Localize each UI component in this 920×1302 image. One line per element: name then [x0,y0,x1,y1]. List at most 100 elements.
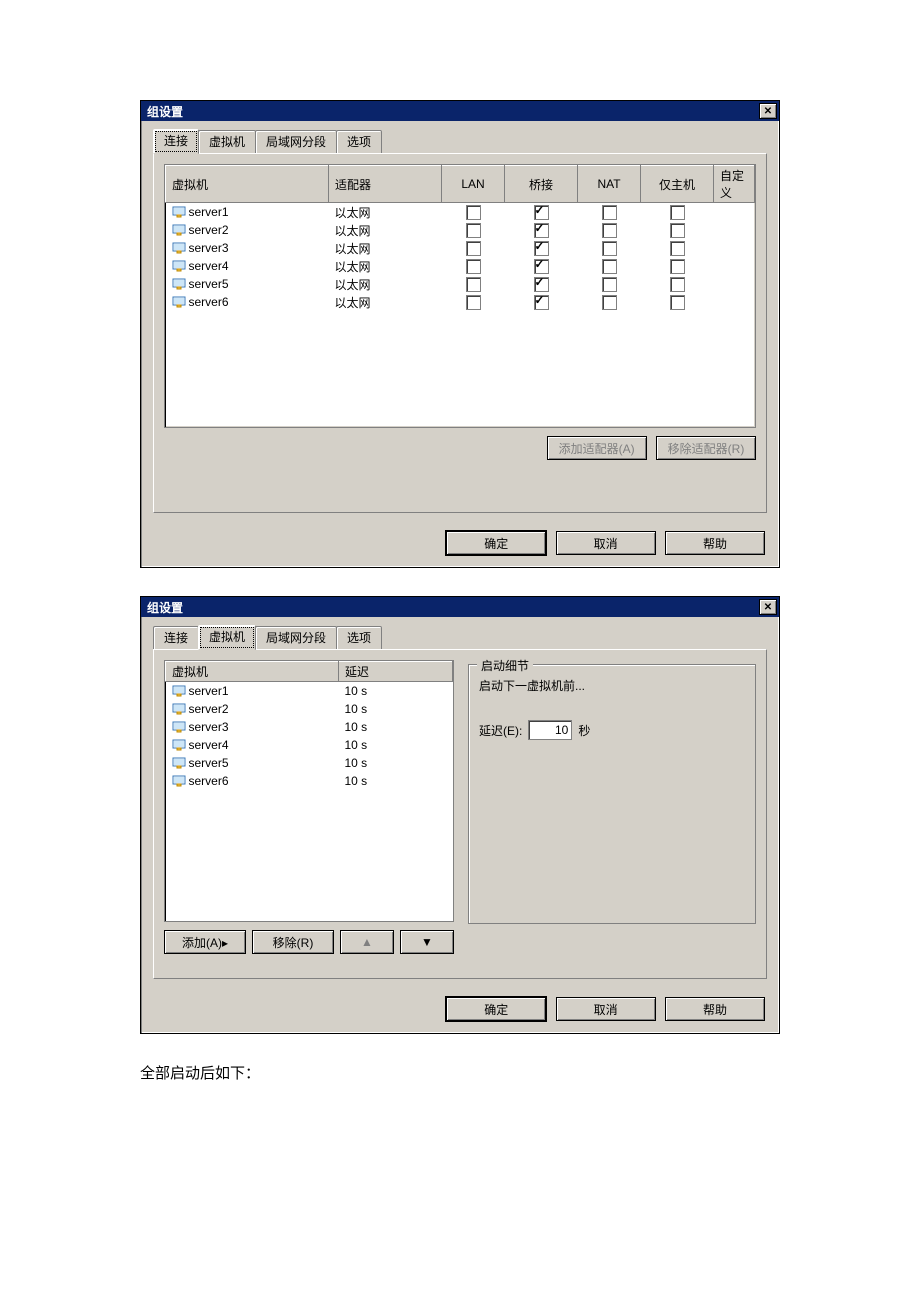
col-nat[interactable]: NAT [578,166,641,203]
table-row[interactable]: server4以太网 [166,257,755,275]
tab-options[interactable]: 选项 [336,130,382,153]
table-row[interactable]: server2以太网 [166,221,755,239]
cell-bridge [505,239,578,257]
tab-lan-segments[interactable]: 局域网分段 [255,130,337,153]
move-up-button[interactable]: ▲ [340,930,394,954]
cell-hostonly [641,239,714,257]
remove-adapter-button[interactable]: 移除适配器(R) [656,436,756,460]
cancel-button[interactable]: 取消 [556,531,656,555]
checkbox[interactable] [670,205,685,220]
page-caption: 全部启动后如下： [140,1062,780,1083]
col-hostonly[interactable]: 仅主机 [641,166,714,203]
help-button[interactable]: 帮助 [665,997,765,1021]
table-header-row: 虚拟机 延迟 [166,662,453,682]
cancel-button[interactable]: 取消 [556,997,656,1021]
table-row[interactable]: server310 s [166,718,453,736]
ok-button[interactable]: 确定 [446,531,546,555]
add-adapter-button[interactable]: 添加适配器(A) [547,436,647,460]
tab-vms[interactable]: 虚拟机 [198,625,256,650]
titlebar[interactable]: 组设置 ✕ [141,101,779,121]
vm-delay-listview[interactable]: 虚拟机 延迟 server110 sserver210 sserver310 s… [164,660,454,922]
checkbox[interactable] [602,277,617,292]
checkbox[interactable] [466,223,481,238]
checkbox[interactable] [670,277,685,292]
cell-bridge [505,221,578,239]
cell-custom [714,257,755,275]
col-custom[interactable]: 自定义 [714,166,755,203]
table-row[interactable]: server6以太网 [166,293,755,311]
dialog-footer: 确定 取消 帮助 [141,523,779,567]
tab-lan-segments[interactable]: 局域网分段 [255,626,337,649]
checkbox[interactable] [602,295,617,310]
close-icon[interactable]: ✕ [759,599,777,615]
cell-vm: server5 [166,275,329,293]
checkbox[interactable] [466,277,481,292]
checkbox[interactable] [602,223,617,238]
titlebar[interactable]: 组设置 ✕ [141,597,779,617]
cell-adapter: 以太网 [329,203,442,222]
cell-lan [442,257,505,275]
checkbox[interactable] [534,277,549,292]
delay-input[interactable] [528,720,572,740]
cell-delay: 10 s [339,736,453,754]
checkbox[interactable] [602,259,617,274]
col-adapter[interactable]: 适配器 [329,166,442,203]
col-vm[interactable]: 虚拟机 [166,662,339,682]
arrow-up-icon: ▲ [361,935,373,949]
dialog-footer: 确定 取消 帮助 [141,989,779,1033]
col-lan[interactable]: LAN [442,166,505,203]
cell-vm: server4 [166,257,329,275]
table-row[interactable]: server5以太网 [166,275,755,293]
checkbox[interactable] [670,259,685,274]
cell-hostonly [641,257,714,275]
checkbox[interactable] [534,295,549,310]
vm-icon [172,206,186,218]
adapter-listview[interactable]: 虚拟机 适配器 LAN 桥接 NAT 仅主机 自定义 server1以太网ser… [164,164,756,428]
col-vm[interactable]: 虚拟机 [166,166,329,203]
close-icon[interactable]: ✕ [759,103,777,119]
tab-connections[interactable]: 连接 [153,129,199,154]
col-bridge[interactable]: 桥接 [505,166,578,203]
checkbox[interactable] [670,241,685,256]
cell-nat [578,257,641,275]
cell-nat [578,239,641,257]
tab-vms[interactable]: 虚拟机 [198,130,256,153]
add-button[interactable]: 添加(A)▸ [164,930,246,954]
checkbox[interactable] [466,259,481,274]
table-row[interactable]: server210 s [166,700,453,718]
cell-vm: server1 [166,682,339,701]
vm-icon [172,757,186,769]
checkbox[interactable] [466,241,481,256]
tab-panel-connections: 虚拟机 适配器 LAN 桥接 NAT 仅主机 自定义 server1以太网ser… [153,153,767,513]
move-down-button[interactable]: ▼ [400,930,454,954]
remove-button[interactable]: 移除(R) [252,930,334,954]
checkbox[interactable] [602,205,617,220]
checkbox[interactable] [602,241,617,256]
checkbox[interactable] [534,241,549,256]
tab-options[interactable]: 选项 [336,626,382,649]
checkbox[interactable] [534,223,549,238]
table-row[interactable]: server110 s [166,682,453,701]
table-row[interactable]: server510 s [166,754,453,772]
ok-button[interactable]: 确定 [446,997,546,1021]
table-row[interactable]: server610 s [166,772,453,790]
checkbox[interactable] [670,223,685,238]
table-row[interactable]: server3以太网 [166,239,755,257]
help-button[interactable]: 帮助 [665,531,765,555]
table-row[interactable]: server410 s [166,736,453,754]
cell-vm: server6 [166,772,339,790]
checkbox[interactable] [466,295,481,310]
checkbox[interactable] [534,205,549,220]
col-delay[interactable]: 延迟 [339,662,453,682]
cell-adapter: 以太网 [329,221,442,239]
checkbox[interactable] [466,205,481,220]
checkbox[interactable] [670,295,685,310]
tab-connections[interactable]: 连接 [153,626,199,649]
arrow-down-icon: ▼ [421,935,433,949]
cell-vm: server4 [166,736,339,754]
cell-lan [442,239,505,257]
tabstrip: 连接 虚拟机 局域网分段 选项 [153,131,767,153]
cell-delay: 10 s [339,754,453,772]
checkbox[interactable] [534,259,549,274]
table-row[interactable]: server1以太网 [166,203,755,222]
